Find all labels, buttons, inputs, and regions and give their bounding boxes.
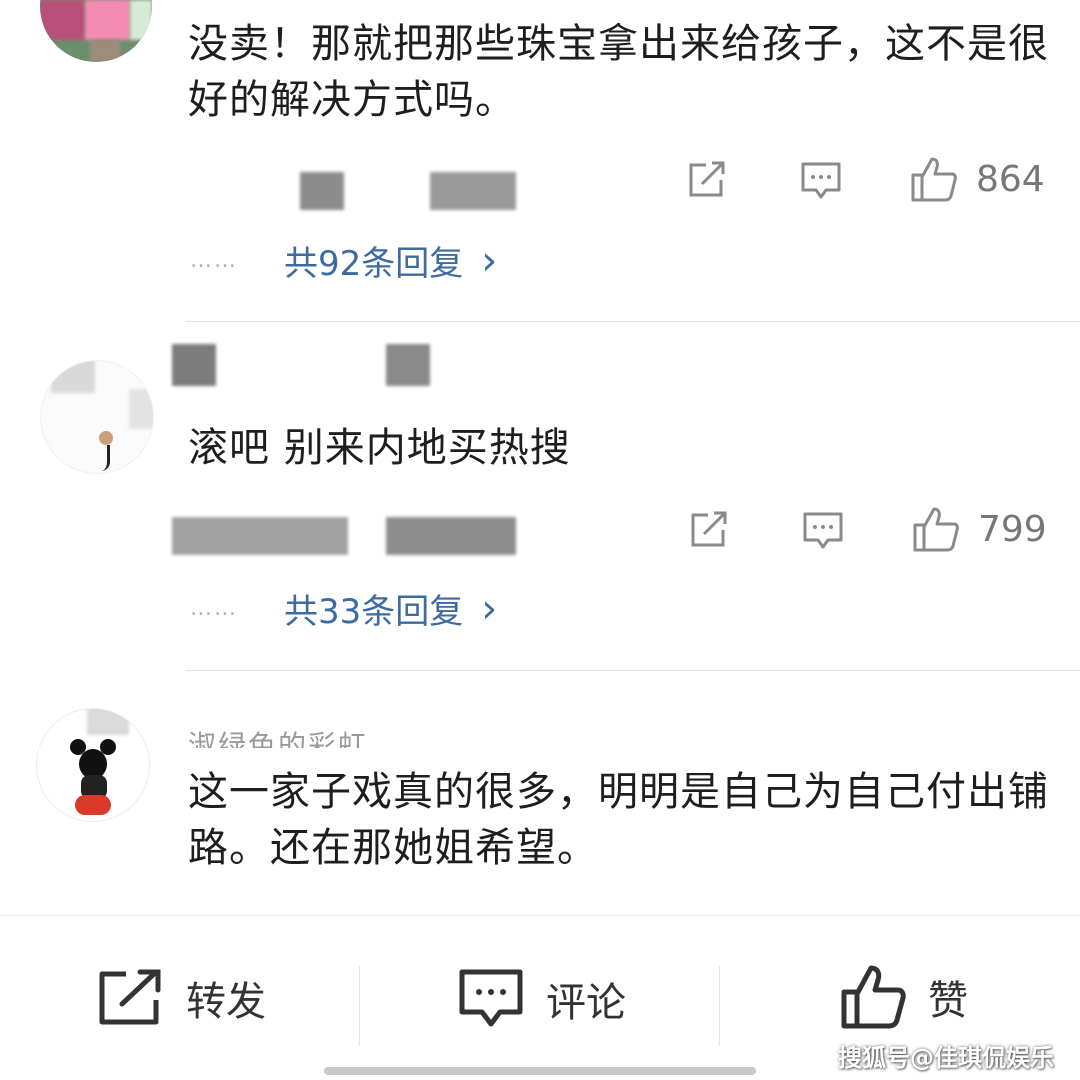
share-icon: [691, 511, 727, 547]
view-replies-link[interactable]: …… 共33条回复 ›: [190, 584, 497, 633]
chevron-right-icon: ›: [481, 237, 498, 284]
chevron-right-icon: ›: [481, 585, 498, 632]
comment-meta: [300, 172, 344, 210]
comment-icon: [459, 969, 523, 1027]
like-button[interactable]: 赞: [840, 964, 968, 1030]
username: [172, 344, 216, 386]
thumbs-up-icon: [841, 965, 906, 1029]
share-icon: [99, 969, 161, 1025]
home-indicator[interactable]: [324, 1067, 756, 1075]
thumbs-up-icon: [913, 507, 959, 552]
comment-button[interactable]: [802, 510, 844, 552]
share-button[interactable]: 转发: [96, 968, 266, 1028]
share-button[interactable]: [688, 510, 730, 550]
username: 淑绿色的彩虹: [188, 729, 369, 748]
comment-meta: [172, 517, 348, 555]
comment-icon: [801, 162, 841, 199]
comment-text: 滚吧 别来内地买热搜: [188, 425, 571, 471]
like-label: 赞: [928, 978, 968, 1024]
divider: [186, 670, 1080, 671]
comment-button[interactable]: [800, 160, 842, 202]
like-button[interactable]: 864: [910, 155, 1045, 203]
like-count: 799: [978, 508, 1047, 550]
divider: [359, 966, 360, 1046]
like-count: 864: [976, 158, 1045, 200]
avatar[interactable]: [40, 0, 152, 62]
comment-label: 评论: [546, 980, 626, 1026]
reply-count: 共33条回复: [284, 592, 464, 632]
watermark: 搜狐号@佳琪侃娱乐: [838, 1044, 1054, 1072]
thumbs-up-icon: [911, 157, 957, 202]
avatar[interactable]: [40, 360, 154, 474]
share-button[interactable]: [686, 160, 728, 200]
comment-icon: [803, 512, 843, 549]
comment-text: 没卖！那就把那些珠宝拿出来给孩子，这不是很好的解决方式吗。: [188, 21, 1049, 123]
avatar[interactable]: [36, 708, 150, 822]
view-replies-link[interactable]: …… 共92条回复 ›: [190, 236, 497, 285]
like-button[interactable]: 799: [912, 505, 1047, 553]
share-icon: [689, 161, 725, 197]
divider: [186, 321, 1080, 322]
share-label: 转发: [186, 979, 266, 1025]
comment-button[interactable]: 评论: [458, 968, 626, 1030]
divider: [719, 966, 720, 1046]
reply-count: 共92条回复: [284, 244, 464, 284]
comment-text: 这一家子戏真的很多，明明是自己为自己付出铺路。还在那她姐希望。: [188, 769, 1049, 871]
